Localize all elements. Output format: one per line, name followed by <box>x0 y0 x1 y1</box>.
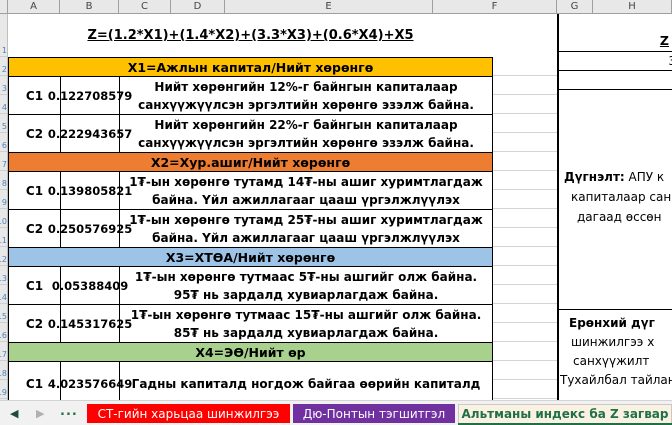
sheet-tab-dupont[interactable]: Дю-Понтын тэгшитгэл <box>293 404 455 423</box>
description-cell[interactable]: 1₮-ын хөрөнгө тутамд 14₮-ны ашиг хуримтл… <box>120 172 492 209</box>
value-cell[interactable]: 0.139805821 <box>48 172 132 209</box>
value-cell[interactable]: 0.122708579 <box>48 77 132 114</box>
conclusion-label: Дүгнэлт: <box>564 170 625 184</box>
select-all-corner[interactable] <box>0 0 8 13</box>
analysis-table: Х1=Ажлын капитал/Нийт хөрөнгө C1 0.12270… <box>8 57 493 405</box>
row-header[interactable]: 2 <box>0 57 7 76</box>
z-formula-cell[interactable]: Z=(1.2*X1)+(1.4*X2)+(3.3*X3)+(0.6*X4)+X5 <box>8 14 493 57</box>
value-cell[interactable]: 4.023576649 <box>48 362 132 405</box>
next-sheet-icon[interactable]: ▶ <box>36 404 44 423</box>
column-header-h[interactable]: H <box>593 0 672 13</box>
row-header[interactable]: 8 <box>0 171 7 190</box>
description-cell[interactable]: 1₮-ын хөрөнгө тутмаас 15₮-ны ашгийг олж … <box>120 305 492 342</box>
sheet-tab-altman-active[interactable]: Альтманы индекс ба Z загвар <box>458 404 672 423</box>
row-header[interactable]: 4 <box>0 95 7 114</box>
column-header-b[interactable]: B <box>60 0 119 13</box>
row-header[interactable]: 7 <box>0 152 7 171</box>
spreadsheet-app: A B C D E F G H 1 2 3 4 5 6 7 8 9 10 11 … <box>0 0 672 425</box>
row-header[interactable]: 11 <box>0 228 7 247</box>
empty-column-gridlines <box>493 57 557 400</box>
general-conclusion-cell[interactable]: Ерөнхий дүг шинжилгээ х санхүүжилт Тухай… <box>559 310 672 400</box>
row-header[interactable]: 19 <box>0 380 7 399</box>
section-header-x1[interactable]: Х1=Ажлын капитал/Нийт хөрөнгө <box>9 58 493 77</box>
column-header-g[interactable]: G <box>557 0 593 13</box>
section-header-x4[interactable]: Х4=ЭӨ/Нийт өр <box>9 343 493 362</box>
conclusion-cell[interactable]: Дүгнэлт: АПУ к капиталаар сан дагаад өсс… <box>559 90 672 310</box>
empty-cell[interactable] <box>559 71 672 90</box>
column-header-e[interactable]: E <box>225 0 433 13</box>
row-header[interactable]: 15 <box>0 304 7 323</box>
row-header[interactable]: 14 <box>0 285 7 304</box>
table-row: C1 0.05388409 1₮-ын хөрөнгө тутмаас 5₮-н… <box>9 267 493 305</box>
table-row: C2 0.250576925 1₮-ын хөрөнгө тутамд 25₮-… <box>9 210 493 248</box>
row-header[interactable]: 17 <box>0 342 7 361</box>
description-cell[interactable]: Нийт хөрөнгийн 12%-г байнгын капиталаар … <box>120 77 492 114</box>
value-cell[interactable]: 0.222943657 <box>48 115 132 152</box>
table-row: C1 4.023576649 Гадны капиталд ногдож бай… <box>9 362 493 405</box>
sheet-tab-bar: ◀ ▶ ... СТ-гийн харьцаа шинжилгээ Дю-Пон… <box>0 400 672 425</box>
row-header[interactable]: 5 <box>0 114 7 133</box>
description-cell[interactable]: 1₮-ын хөрөнгө тутмаас 5₮-ны ашгийг олж б… <box>120 267 492 304</box>
row-header[interactable]: 10 <box>0 209 7 228</box>
row-header[interactable]: 6 <box>0 133 7 152</box>
description-cell[interactable]: Гадны капиталд ногдож байгаа өөрийн капи… <box>120 362 492 405</box>
row-header[interactable]: 1 <box>0 14 7 57</box>
prev-sheet-icon[interactable]: ◀ <box>10 404 18 423</box>
row-header[interactable]: 16 <box>0 323 7 342</box>
z-score-label-cell[interactable]: Z <box>559 14 672 52</box>
table-row: C1 0.139805821 1₮-ын хөрөнгө тутамд 14₮-… <box>9 172 493 210</box>
summary-panel: Z 3 Дүгнэлт: АПУ к капиталаар сан дагаад… <box>557 14 672 400</box>
description-cell[interactable]: Нийт хөрөнгийн 22%-г байнгын капиталаар … <box>120 115 492 152</box>
row-header[interactable]: 13 <box>0 266 7 285</box>
z-formula-text: Z=(1.2*X1)+(1.4*X2)+(3.3*X3)+(0.6*X4)+X5 <box>87 28 414 43</box>
row-header[interactable]: 9 <box>0 190 7 209</box>
column-header-d[interactable]: D <box>171 0 225 13</box>
value-cell[interactable]: 0.250576925 <box>48 210 132 247</box>
column-header-a[interactable]: A <box>8 0 60 13</box>
table-row: C1 0.122708579 Нийт хөрөнгийн 12%-г байн… <box>9 77 493 115</box>
more-sheets-icon[interactable]: ... <box>60 401 78 423</box>
row-header[interactable]: 18 <box>0 361 7 380</box>
description-cell[interactable]: 1₮-ын хөрөнгө тутамд 25₮-ны ашиг хуримтл… <box>120 210 492 247</box>
sheet-tab-ct-ratio[interactable]: СТ-гийн харьцаа шинжилгээ <box>87 404 290 423</box>
value-cell[interactable]: 0.05388409 <box>52 267 128 304</box>
row-header[interactable]: 12 <box>0 247 7 266</box>
section-header-x2[interactable]: Х2=Хур.ашиг/Нийт хөрөнгө <box>9 153 493 172</box>
value-cell[interactable]: 0.145317625 <box>48 305 132 342</box>
z-score-value-cell[interactable]: 3 <box>559 52 672 71</box>
row-header-strip: 1 2 3 4 5 6 7 8 9 10 11 12 13 14 15 16 1… <box>0 14 8 400</box>
row-header[interactable]: 3 <box>0 76 7 95</box>
column-header-c[interactable]: C <box>119 0 171 13</box>
table-row: C2 0.145317625 1₮-ын хөрөнгө тутмаас 15₮… <box>9 305 493 343</box>
column-header-f[interactable]: F <box>433 0 557 13</box>
column-header-row: A B C D E F G H <box>0 0 672 14</box>
table-row: C2 0.222943657 Нийт хөрөнгийн 22%-г байн… <box>9 115 493 153</box>
section-header-x3[interactable]: Х3=ХТӨА/Нийт хөрөнгө <box>9 248 493 267</box>
